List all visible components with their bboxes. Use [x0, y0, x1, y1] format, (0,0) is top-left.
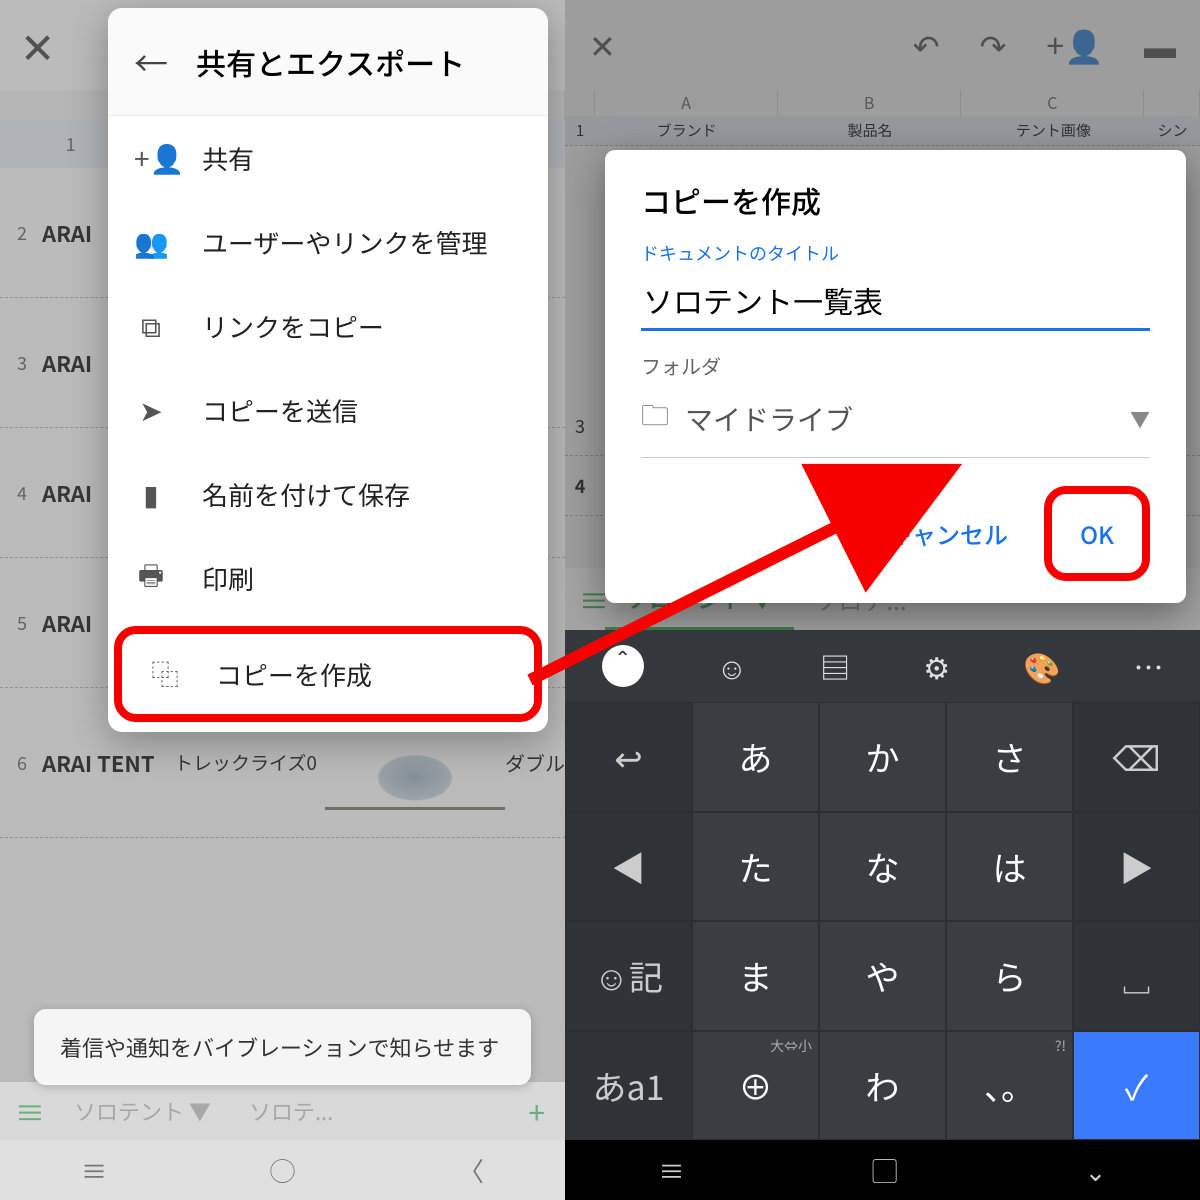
keyboard-key[interactable]: ⊕大⇔小 — [692, 1031, 819, 1141]
menu-item-label: コピーを作成 — [216, 656, 372, 693]
keyboard-key[interactable]: ✓ — [1073, 1031, 1200, 1141]
right-screenshot: ✕ ↶ ↷ +👤 ▬ ABC 1 ブランド製品名テント画像 シン 3 4 ARA… — [565, 0, 1200, 1200]
sheet-tab-active[interactable]: ソロテント ▼ — [60, 1095, 225, 1127]
menu-item-icon: 👥 — [134, 222, 168, 262]
nav-home-icon[interactable]: ◯ — [269, 1152, 295, 1189]
left-screenshot: ✕ 1 ブラ… 2 ARAI 3 ARAI 4 ARAI 5 ARAI 6 AR… — [0, 0, 565, 1200]
sheet-tabs: ≡ ソロテント ▼ ソロテ... + — [0, 1082, 565, 1140]
keyboard-key[interactable]: は — [946, 812, 1073, 922]
menu-item-0[interactable]: +👤 共有 — [108, 116, 548, 200]
kb-tool-icon[interactable]: 🎨 — [1023, 644, 1060, 688]
keyboard-key[interactable]: ◀ — [565, 812, 692, 922]
menu-item-2[interactable]: ⧉ リンクをコピー — [108, 284, 548, 368]
kb-tool-icon[interactable]: ⚙ — [923, 644, 950, 688]
keyboard-key[interactable]: ま — [692, 921, 819, 1031]
menu-item-icon: ▮ — [134, 474, 168, 514]
cancel-button[interactable]: キャンセル — [888, 516, 1008, 551]
dialog-title: コピーを作成 — [641, 178, 1150, 222]
folder-name: マイドライブ — [685, 399, 853, 439]
menu-item-label: リンクをコピー — [202, 308, 384, 345]
menu-item-label: ユーザーやリンクを管理 — [202, 224, 487, 261]
keyboard-key[interactable]: ␣ — [1073, 921, 1200, 1031]
menu-item-label: 名前を付けて保存 — [202, 476, 410, 513]
menu-item-label: 印刷 — [202, 560, 254, 597]
keyboard-key[interactable]: ら — [946, 921, 1073, 1031]
kb-collapse-icon[interactable]: ＾ — [602, 645, 644, 687]
folder-selector[interactable]: 🗀 マイドライブ ▼ — [641, 388, 1150, 458]
keyboard-key[interactable]: た — [692, 812, 819, 922]
menu-item-3[interactable]: ➤ コピーを送信 — [108, 368, 548, 452]
chevron-down-icon: ▼ — [1130, 404, 1150, 433]
back-arrow-icon[interactable]: ← — [134, 37, 168, 86]
keyboard-key[interactable]: 、。?! — [946, 1031, 1073, 1141]
nav-home-icon[interactable]: ▢ — [872, 1152, 898, 1189]
nav-back-icon[interactable]: 〈 — [458, 1152, 484, 1189]
menu-item-1[interactable]: 👥 ユーザーやリンクを管理 — [108, 200, 548, 284]
nav-back-icon[interactable]: ⌄ — [1085, 1152, 1107, 1189]
keyboard-key[interactable]: や — [819, 921, 946, 1031]
keyboard-key[interactable]: あ — [692, 702, 819, 812]
field-label: ドキュメントのタイトル — [641, 240, 1150, 266]
kb-tool-icon[interactable]: ⋯ — [1133, 644, 1163, 688]
nav-recent-icon[interactable]: ≡ — [81, 1152, 107, 1189]
menu-title: 共有とエクスポート — [196, 40, 465, 84]
android-navbar: ≡ ◯ 〈 — [0, 1140, 565, 1200]
sheet-tab[interactable]: ソロテ... — [235, 1095, 347, 1127]
keyboard-key[interactable]: わ — [819, 1031, 946, 1141]
folder-label: フォルダ — [641, 351, 1150, 380]
keyboard: ＾ ☺ ▤ ⚙ 🎨 ⋯ ↩あかさ⌫ ◀たなは▶ ☺記まやら␣ あa1⊕大⇔小わ、。?!✓ — [565, 630, 1200, 1140]
keyboard-key[interactable]: ▶ — [1073, 812, 1200, 922]
sheets-menu-icon[interactable]: ≡ — [10, 1089, 50, 1133]
document-title-input[interactable] — [641, 272, 1150, 331]
toast-notification: 着信や通知をバイブレーションで知らせます — [34, 1009, 531, 1085]
nav-recent-icon[interactable]: ≡ — [659, 1152, 685, 1189]
menu-item-6[interactable]: ⿻ コピーを作成 — [114, 626, 542, 722]
menu-item-5[interactable]: 🖶 印刷 — [108, 536, 548, 620]
keyboard-key[interactable]: さ — [946, 702, 1073, 812]
keyboard-key[interactable]: か — [819, 702, 946, 812]
keyboard-key[interactable]: な — [819, 812, 946, 922]
ok-button[interactable]: OK — [1044, 486, 1150, 581]
menu-item-label: 共有 — [202, 140, 254, 177]
menu-item-4[interactable]: ▮ 名前を付けて保存 — [108, 452, 548, 536]
menu-item-icon: 🖶 — [134, 554, 168, 603]
menu-item-icon: +👤 — [134, 138, 168, 178]
menu-item-label: コピーを送信 — [202, 392, 358, 429]
share-export-menu: ← 共有とエクスポート +👤 共有 👥 ユーザーやリンクを管理 ⧉ リンクをコピ… — [108, 8, 548, 732]
kb-tool-icon[interactable]: ▤ — [820, 644, 850, 688]
folder-icon: 🗀 — [641, 394, 669, 443]
keyboard-key[interactable]: ↩ — [565, 702, 692, 812]
menu-item-icon: ⧉ — [134, 306, 168, 346]
copy-dialog: コピーを作成 ドキュメントのタイトル フォルダ 🗀 マイドライブ ▼ キャンセル… — [605, 150, 1186, 603]
keyboard-key[interactable]: ☺記 — [565, 921, 692, 1031]
menu-item-icon: ⿻ — [148, 654, 182, 694]
menu-item-icon: ➤ — [134, 390, 168, 430]
kb-tool-icon[interactable]: ☺ — [717, 644, 748, 688]
android-navbar: ≡ ▢ ⌄ — [565, 1140, 1200, 1200]
add-sheet-icon[interactable]: + — [528, 1089, 555, 1133]
keyboard-key[interactable]: ⌫ — [1073, 702, 1200, 812]
keyboard-key[interactable]: あa1 — [565, 1031, 692, 1141]
